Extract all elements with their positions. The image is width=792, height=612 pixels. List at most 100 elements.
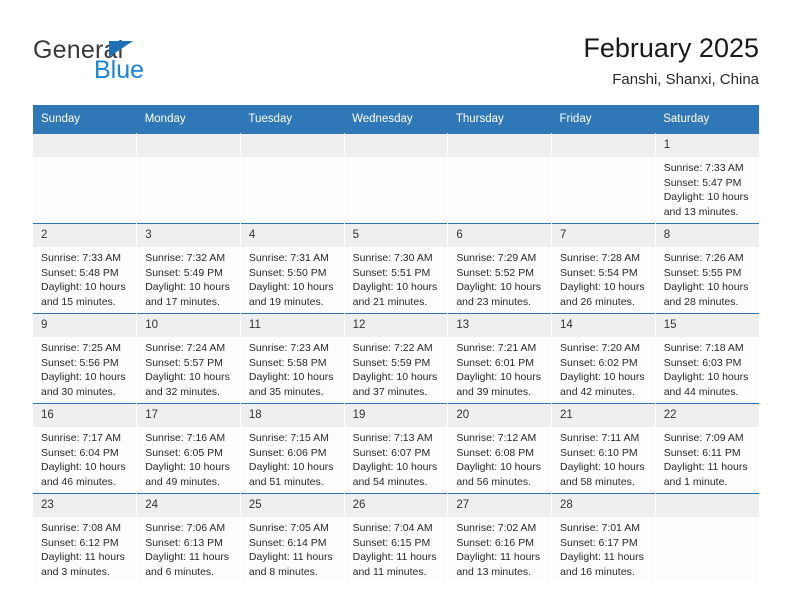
calendar-day-cell[interactable]: 10 Sunrise: 7:24 AM Sunset: 5:57 PM Dayligh… [136, 313, 241, 404]
day-details: Sunrise: 7:26 AM Sunset: 5:55 PM Daylight:… [656, 247, 759, 309]
day-number: 14 [552, 314, 655, 337]
daylight-text: Daylight: 10 hours and 28 minutes. [663, 281, 749, 308]
sunrise-text: Sunrise: 7:06 AM [145, 522, 226, 534]
calendar-day-cell[interactable]: 23 Sunrise: 7:08 AM Sunset: 6:12 PM Dayligh… [33, 493, 138, 583]
day-details: Sunrise: 7:25 AM Sunset: 5:56 PM Daylight:… [33, 337, 136, 399]
day-number: 27 [448, 494, 552, 517]
day-details: Sunrise: 7:32 AM Sunset: 5:49 PM Daylight:… [137, 247, 240, 309]
logo-triangle-icon [109, 41, 133, 57]
daylight-text: Daylight: 10 hours and 39 minutes. [456, 371, 541, 398]
daylight-text: Daylight: 10 hours and 56 minutes. [456, 461, 541, 488]
sunrise-text: Sunrise: 7:11 AM [560, 432, 640, 444]
daylight-text: Daylight: 10 hours and 17 minutes. [145, 281, 230, 308]
day-number: 17 [137, 404, 240, 427]
calendar-body: 1 Sunrise: 7:33 AM Sunset: 5:47 PM Daylight… [33, 133, 759, 583]
daylight-text: Daylight: 10 hours and 30 minutes. [41, 371, 126, 398]
calendar-day-cell[interactable]: 7 Sunrise: 7:28 AM Sunset: 5:54 PM Daylight… [551, 223, 656, 314]
calendar-day-cell[interactable]: 8 Sunrise: 7:26 AM Sunset: 5:55 PM Daylight… [654, 223, 759, 314]
daylight-text: Daylight: 10 hours and 42 minutes. [560, 371, 645, 398]
calendar-day-cell[interactable]: 3 Sunrise: 7:32 AM Sunset: 5:49 PM Daylight… [136, 223, 241, 314]
daylight-text: Daylight: 11 hours and 3 minutes. [41, 551, 125, 578]
day-details: Sunrise: 7:18 AM Sunset: 6:03 PM Daylight:… [656, 337, 759, 399]
daylight-text: Daylight: 10 hours and 51 minutes. [248, 461, 334, 488]
calendar-day-cell[interactable]: 20 Sunrise: 7:12 AM Sunset: 6:08 PM Dayligh… [447, 403, 553, 494]
day-details: Sunrise: 7:28 AM Sunset: 5:54 PM Daylight:… [552, 247, 655, 309]
calendar-day-cell-empty [136, 133, 241, 224]
day-details: Sunrise: 7:12 AM Sunset: 6:08 PM Daylight:… [448, 427, 551, 489]
calendar-day-cell[interactable]: 24 Sunrise: 7:06 AM Sunset: 6:13 PM Dayligh… [136, 493, 241, 583]
title-block: February 2025 Fanshi, Shanxi, China [583, 32, 759, 90]
day-number: 18 [240, 404, 344, 427]
daylight-text: Daylight: 10 hours and 54 minutes. [352, 461, 438, 488]
sunset-text: Sunset: 5:56 PM [41, 356, 119, 369]
sunrise-text: Sunrise: 7:32 AM [145, 252, 226, 264]
sunrise-text: Sunrise: 7:30 AM [352, 252, 433, 264]
day-number: 8 [655, 224, 759, 247]
sunset-text: Sunset: 6:08 PM [456, 446, 534, 459]
calendar-day-cell[interactable]: 12 Sunrise: 7:22 AM Sunset: 5:59 PM Dayligh… [343, 313, 449, 404]
day-number: 7 [552, 224, 655, 247]
day-number [552, 134, 655, 157]
calendar-day-cell[interactable]: 16 Sunrise: 7:17 AM Sunset: 6:04 PM Dayligh… [33, 403, 138, 494]
daylight-text: Daylight: 10 hours and 32 minutes. [145, 371, 230, 398]
calendar-day-cell[interactable]: 5 Sunrise: 7:30 AM Sunset: 5:51 PM Daylight… [343, 223, 449, 314]
calendar-day-cell[interactable]: 26 Sunrise: 7:04 AM Sunset: 6:15 PM Dayligh… [343, 493, 449, 583]
sunrise-text: Sunrise: 7:33 AM [663, 162, 744, 174]
calendar-day-cell[interactable]: 9 Sunrise: 7:25 AM Sunset: 5:56 PM Daylight… [33, 313, 138, 404]
sunrise-text: Sunrise: 7:13 AM [352, 432, 433, 444]
sunrise-text: Sunrise: 7:16 AM [145, 432, 226, 444]
sunset-text: Sunset: 6:14 PM [248, 536, 327, 549]
sunrise-text: Sunrise: 7:23 AM [248, 342, 329, 354]
calendar-day-cell[interactable]: 15 Sunrise: 7:18 AM Sunset: 6:03 PM Dayligh… [654, 313, 759, 404]
general-blue-logo[interactable]: General Blue [33, 32, 263, 88]
calendar-day-cell[interactable]: 28 Sunrise: 7:01 AM Sunset: 6:17 PM Dayligh… [551, 493, 656, 583]
day-details: Sunrise: 7:20 AM Sunset: 6:02 PM Daylight:… [552, 337, 655, 399]
weekday-header-thursday: Thursday [447, 105, 552, 134]
calendar-table: Sunday Monday Tuesday Wednesday Thursday… [33, 105, 759, 583]
calendar-day-cell[interactable]: 18 Sunrise: 7:15 AM Sunset: 6:06 PM Dayligh… [239, 403, 345, 494]
calendar-day-cell-empty [447, 133, 553, 224]
weekday-header-saturday: Saturday [655, 105, 759, 134]
day-details: Sunrise: 7:05 AM Sunset: 6:14 PM Daylight:… [241, 517, 344, 579]
calendar-day-cell[interactable]: 11 Sunrise: 7:23 AM Sunset: 5:58 PM Dayligh… [239, 313, 345, 404]
calendar-day-cell[interactable]: 22 Sunrise: 7:09 AM Sunset: 6:11 PM Dayligh… [654, 403, 759, 494]
daylight-text: Daylight: 10 hours and 13 minutes. [663, 191, 749, 218]
day-number [137, 134, 240, 157]
day-number: 11 [240, 314, 344, 337]
day-number: 26 [344, 494, 448, 517]
calendar-week-row: 1 Sunrise: 7:33 AM Sunset: 5:47 PM Daylight… [33, 133, 759, 224]
daylight-text: Daylight: 11 hours and 16 minutes. [560, 551, 644, 578]
sunrise-text: Sunrise: 7:17 AM [41, 432, 121, 444]
calendar-day-cell[interactable]: 19 Sunrise: 7:13 AM Sunset: 6:07 PM Dayligh… [343, 403, 449, 494]
daylight-text: Daylight: 10 hours and 19 minutes. [248, 281, 334, 308]
calendar-day-cell-empty [33, 133, 138, 224]
logo-text-blue: Blue [94, 56, 145, 84]
day-number: 4 [240, 224, 344, 247]
day-details: Sunrise: 7:09 AM Sunset: 6:11 PM Daylight:… [656, 427, 759, 489]
calendar-day-cell[interactable]: 14 Sunrise: 7:20 AM Sunset: 6:02 PM Dayligh… [551, 313, 656, 404]
day-details [345, 157, 448, 161]
sunset-text: Sunset: 5:51 PM [352, 266, 431, 279]
calendar-day-cell[interactable]: 13 Sunrise: 7:21 AM Sunset: 6:01 PM Dayligh… [447, 313, 553, 404]
sunrise-text: Sunrise: 7:09 AM [663, 432, 744, 444]
day-details: Sunrise: 7:04 AM Sunset: 6:15 PM Daylight:… [345, 517, 448, 579]
calendar-day-cell[interactable]: 17 Sunrise: 7:16 AM Sunset: 6:05 PM Dayligh… [136, 403, 241, 494]
day-number: 13 [448, 314, 552, 337]
day-details: Sunrise: 7:30 AM Sunset: 5:51 PM Daylight:… [345, 247, 448, 309]
calendar-day-cell[interactable]: 1 Sunrise: 7:33 AM Sunset: 5:47 PM Daylight… [654, 133, 759, 224]
calendar-day-cell[interactable]: 21 Sunrise: 7:11 AM Sunset: 6:10 PM Dayligh… [551, 403, 656, 494]
calendar-day-cell-empty [343, 133, 449, 224]
calendar-day-cell[interactable]: 25 Sunrise: 7:05 AM Sunset: 6:14 PM Dayligh… [239, 493, 345, 583]
calendar-day-cell[interactable]: 27 Sunrise: 7:02 AM Sunset: 6:16 PM Dayligh… [447, 493, 553, 583]
calendar-day-cell[interactable]: 4 Sunrise: 7:31 AM Sunset: 5:50 PM Daylight… [239, 223, 345, 314]
calendar-day-cell[interactable]: 6 Sunrise: 7:29 AM Sunset: 5:52 PM Daylight… [447, 223, 553, 314]
calendar-day-cell[interactable]: 2 Sunrise: 7:33 AM Sunset: 5:48 PM Daylight… [33, 223, 138, 314]
sunset-text: Sunset: 6:11 PM [663, 446, 741, 459]
day-details: Sunrise: 7:29 AM Sunset: 5:52 PM Daylight:… [448, 247, 551, 309]
daylight-text: Daylight: 11 hours and 6 minutes. [145, 551, 230, 578]
day-number: 10 [137, 314, 240, 337]
day-details: Sunrise: 7:13 AM Sunset: 6:07 PM Daylight:… [345, 427, 448, 489]
daylight-text: Daylight: 10 hours and 21 minutes. [352, 281, 438, 308]
day-details [656, 517, 759, 521]
sunset-text: Sunset: 6:17 PM [560, 536, 638, 549]
